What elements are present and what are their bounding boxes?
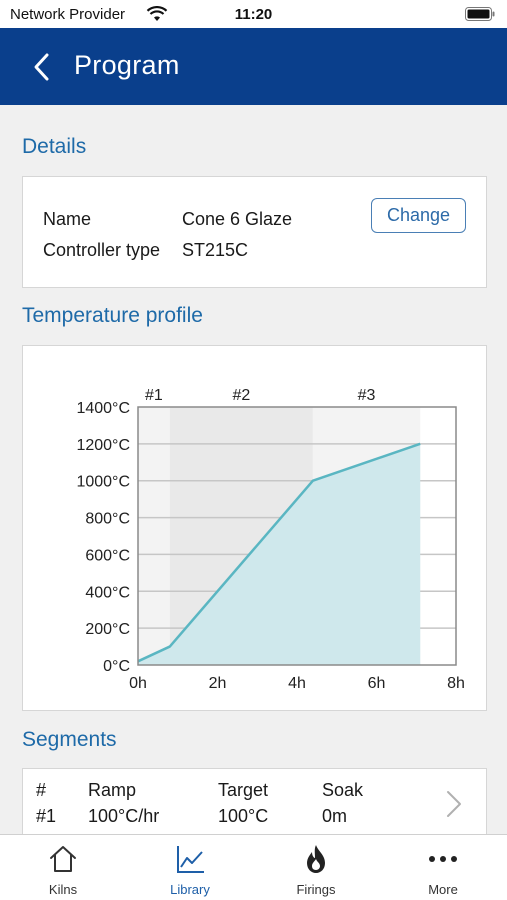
tab-library[interactable]: Library (127, 835, 253, 900)
chevron-right-icon (447, 791, 461, 817)
x-tick-label: 4h (288, 675, 306, 692)
segment-target: 100°C (218, 806, 269, 826)
y-tick-label: 1200°C (76, 437, 130, 454)
x-tick-label: 2h (209, 675, 227, 692)
controller-label: Controller type (43, 240, 161, 260)
segment-label: #3 (358, 387, 376, 404)
y-tick-label: 0°C (103, 658, 130, 675)
y-tick-label: 400°C (85, 584, 130, 601)
x-tick-label: 8h (447, 675, 465, 692)
name-value: Cone 6 Glaze (182, 209, 293, 229)
ellipsis-icon (429, 856, 457, 862)
segment-header-ramp: Ramp (88, 780, 137, 800)
house-icon (50, 846, 76, 872)
y-tick-label: 200°C (85, 621, 130, 638)
y-tick-label: 1400°C (76, 400, 130, 417)
tab-more-label: More (428, 882, 458, 897)
temperature-chart: 0°C 200°C 400°C 600°C 800°C 1000°C 1200°C 1400°… (76, 387, 465, 692)
segment-ramp: 100°C/hr (88, 806, 160, 826)
page-title: Program (74, 50, 180, 80)
tab-library-label: Library (170, 882, 210, 897)
flame-icon (307, 845, 325, 873)
clock: 11:20 (234, 6, 273, 23)
back-button[interactable] (24, 48, 62, 86)
profile-section-title: Temperature profile (22, 304, 203, 327)
controller-row: Controller type ST215C (43, 240, 248, 261)
segment-header-number: # (36, 780, 47, 800)
segment-header-target: Target (218, 780, 269, 800)
chart-icon (177, 846, 204, 873)
change-button[interactable]: Change (371, 198, 466, 233)
segment-number: #1 (36, 806, 57, 826)
x-tick-label: 0h (129, 675, 147, 692)
controller-value: ST215C (182, 240, 249, 260)
tab-firings[interactable]: Firings (253, 835, 379, 900)
segment-label: #1 (145, 387, 163, 404)
segment-label: #2 (232, 387, 250, 404)
y-tick-label: 600°C (85, 547, 130, 564)
status-bar: Network Provider 11:20 (0, 0, 507, 28)
tab-kilns[interactable]: Kilns (0, 835, 126, 900)
name-row: Name Cone 6 Glaze (43, 209, 292, 230)
x-tick-label: 6h (368, 675, 386, 692)
segment-band (138, 407, 170, 665)
segment-soak: 0m (322, 806, 348, 826)
tab-more[interactable]: More (380, 835, 506, 900)
nav-bar: Program (0, 28, 507, 105)
y-tick-label: 1000°C (76, 474, 130, 491)
temperature-profile-card: 0°C 200°C 400°C 600°C 800°C 1000°C 1200°C 1400°… (22, 345, 487, 711)
tab-firings-label: Firings (296, 882, 336, 897)
y-tick-label: 800°C (85, 511, 130, 528)
tab-bar: Kilns Library Firings More (0, 834, 507, 900)
details-section-title: Details (22, 135, 87, 158)
segment-header-soak: Soak (322, 780, 364, 800)
chevron-left-icon (34, 53, 49, 81)
tab-kilns-label: Kilns (48, 882, 78, 897)
name-label: Name (43, 209, 92, 229)
segments-section-title: Segments (22, 728, 117, 751)
details-card: Name Cone 6 Glaze Controller type ST215C C… (22, 176, 487, 288)
battery-icon (465, 7, 495, 21)
